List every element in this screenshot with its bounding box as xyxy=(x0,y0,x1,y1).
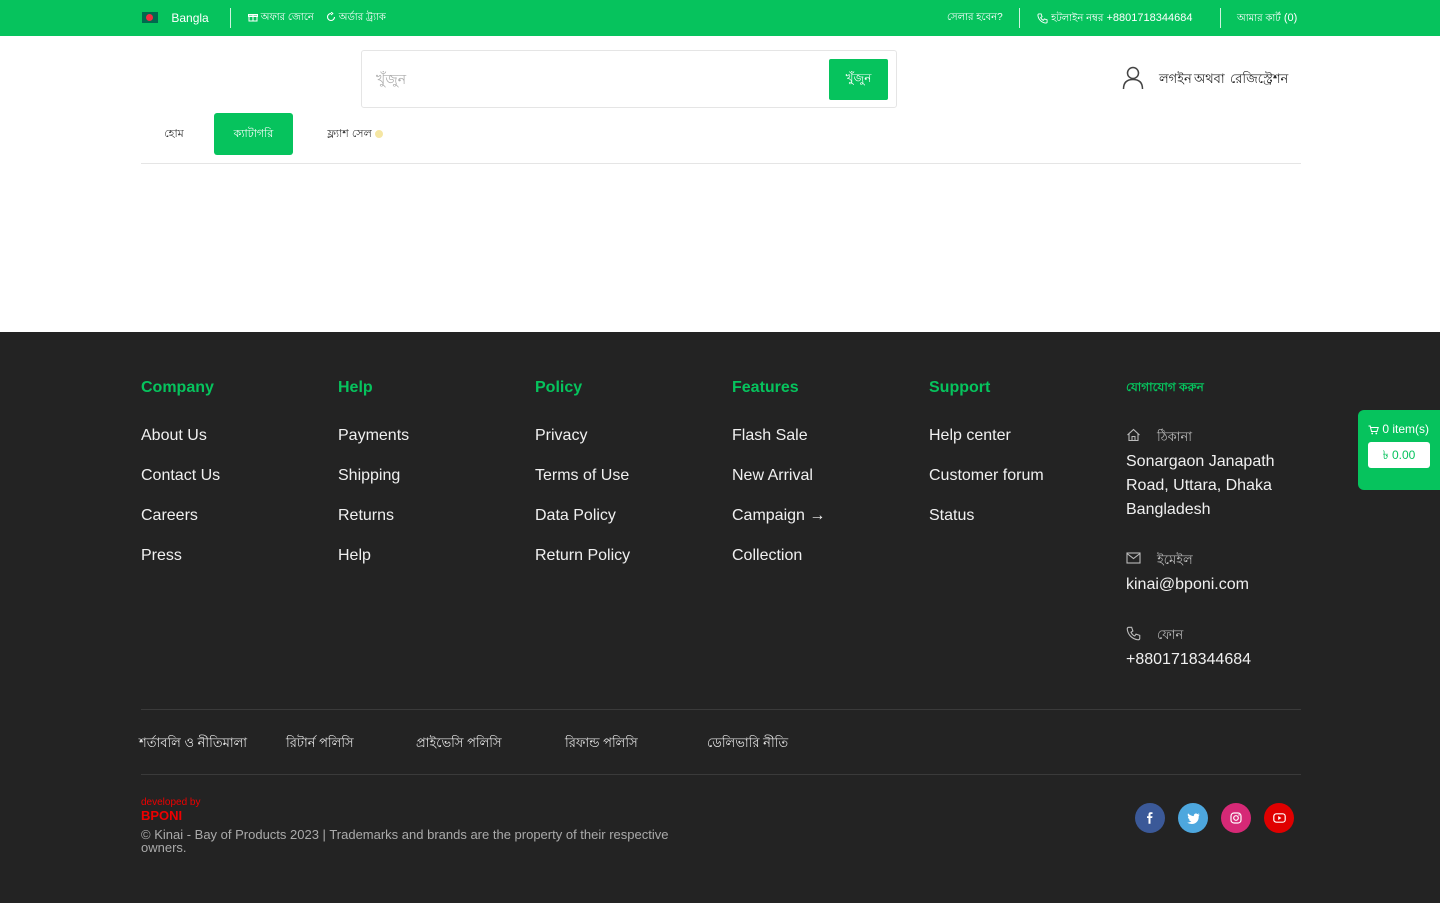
footer-bottom-link-terms[interactable]: শর্তাবলি ও নীতিমালা xyxy=(139,734,247,755)
email-label: ইমেইল xyxy=(1157,552,1193,567)
search-input[interactable] xyxy=(376,59,826,99)
search-bar: খুঁজুন xyxy=(361,50,897,108)
developer-brand-link[interactable]: BPONI xyxy=(141,808,182,823)
footer-bottom-link-return[interactable]: রিটার্ন পলিসি xyxy=(286,734,354,755)
footer-link-campaign[interactable]: Campaign → xyxy=(732,507,825,525)
footer-link-status[interactable]: Status xyxy=(929,507,974,525)
refresh-icon xyxy=(326,12,336,22)
cart-icon xyxy=(1368,425,1379,435)
footer-link-help-center[interactable]: Help center xyxy=(929,427,1011,445)
language-label: Bangla xyxy=(171,11,209,25)
register-link[interactable]: রেজিস্ট্রেশন xyxy=(1230,70,1288,91)
footer-link-payments[interactable]: Payments xyxy=(338,427,409,445)
bangladesh-flag-icon xyxy=(142,12,158,24)
hotline[interactable]: হটলাইন নম্বর +8801718344684 xyxy=(1037,0,1192,36)
footer-link-contact-us[interactable]: Contact Us xyxy=(141,467,220,485)
address-line-3: Bangladesh xyxy=(1126,501,1211,518)
tab-category[interactable]: ক্যাটাগরি xyxy=(214,113,293,155)
footer-bottom-link-privacy[interactable]: প্রাইভেসি পলিসি xyxy=(416,734,502,755)
footer-link-data-policy[interactable]: Data Policy xyxy=(535,507,616,525)
twitter-icon[interactable] xyxy=(1178,803,1208,833)
footer-col-title-contact: যোগাযোগ করুন xyxy=(1126,380,1204,394)
or-text: অথবা xyxy=(1194,71,1225,86)
tab-flash-sale-label: ফ্ল্যাশ সেল xyxy=(327,128,372,140)
phone-icon xyxy=(1037,13,1048,24)
floating-cart[interactable]: 0 item(s) ৳ 0.00 xyxy=(1358,410,1440,490)
user-icon[interactable] xyxy=(1122,66,1144,90)
login-link[interactable]: লগইন xyxy=(1159,70,1192,91)
instagram-icon[interactable] xyxy=(1221,803,1251,833)
footer-bottom-link-refund[interactable]: রিফান্ড পলিসি xyxy=(565,734,638,755)
footer-link-customer-forum[interactable]: Customer forum xyxy=(929,467,1044,485)
footer-divider xyxy=(141,774,1301,775)
nav-divider xyxy=(141,163,1301,164)
footer-link-help[interactable]: Help xyxy=(338,547,371,565)
footer-link-collection[interactable]: Collection xyxy=(732,547,802,565)
footer-link-new-arrival[interactable]: New Arrival xyxy=(732,467,813,485)
flash-dot-icon xyxy=(374,130,383,139)
gift-icon xyxy=(248,14,258,22)
divider xyxy=(1220,8,1221,28)
phone-icon xyxy=(1126,626,1141,641)
footer-link-return-policy[interactable]: Return Policy xyxy=(535,547,630,565)
divider xyxy=(1019,8,1020,28)
home-icon xyxy=(1127,428,1140,442)
footer-link-terms[interactable]: Terms of Use xyxy=(535,467,629,485)
cart-count: (0) xyxy=(1283,12,1298,24)
search-button[interactable]: খুঁজুন xyxy=(829,59,888,100)
footer-col-title-company: Company xyxy=(141,379,214,396)
footer-link-returns[interactable]: Returns xyxy=(338,507,394,525)
footer-divider xyxy=(141,709,1301,710)
footer-link-about-us[interactable]: About Us xyxy=(141,427,207,445)
top-bar: Bangla অফার জোনে অর্ডার ট্র্যাক সেলার হব… xyxy=(0,0,1440,36)
facebook-icon[interactable] xyxy=(1135,803,1165,833)
offer-zone-link[interactable]: অফার জোনে xyxy=(248,0,314,36)
footer-link-careers[interactable]: Careers xyxy=(141,507,198,525)
footer-bottom-link-delivery[interactable]: ডেলিভারি নীতি xyxy=(707,734,788,755)
footer-col-title-support: Support xyxy=(929,379,991,396)
phone-value[interactable]: +8801718344684 xyxy=(1126,648,1251,672)
phone-label: ফোন xyxy=(1157,627,1184,642)
footer-col-title-features: Features xyxy=(732,379,799,396)
order-track-link[interactable]: অর্ডার ট্র্যাক xyxy=(326,0,386,36)
footer-col-title-policy: Policy xyxy=(535,379,583,396)
floating-cart-items: 0 item(s) xyxy=(1368,422,1429,436)
floating-cart-items-label: 0 item(s) xyxy=(1382,422,1430,436)
language-selector[interactable]: Bangla xyxy=(142,0,209,36)
footer-link-privacy[interactable]: Privacy xyxy=(535,427,587,445)
offer-zone-label: অফার জোনে xyxy=(260,12,314,23)
tab-flash-sale[interactable]: ফ্ল্যাশ সেল xyxy=(305,113,405,155)
copyright-text: © Kinai - Bay of Products 2023 | Tradema… xyxy=(141,827,669,855)
tab-home[interactable]: হোম xyxy=(141,113,207,155)
mail-icon xyxy=(1126,552,1141,564)
become-seller-link[interactable]: সেলার হবেন? xyxy=(947,0,1003,36)
my-cart-link[interactable]: আমার কার্ট (0) xyxy=(1237,0,1297,36)
address-value: Sonargaon Janapath Road, Uttara, Dhaka B… xyxy=(1126,450,1296,522)
email-value[interactable]: kinai@bponi.com xyxy=(1126,573,1249,597)
address-line-2: Road, Uttara, Dhaka xyxy=(1126,477,1272,494)
hotline-label: হটলাইন নম্বর xyxy=(1051,13,1104,24)
footer-link-flash-sale[interactable]: Flash Sale xyxy=(732,427,808,445)
address-line-1: Sonargaon Janapath xyxy=(1126,453,1275,470)
address-label: ঠিকানা xyxy=(1157,429,1193,444)
developed-by-text: developed by xyxy=(141,797,201,808)
hotline-number: +8801718344684 xyxy=(1106,12,1193,24)
floating-cart-price: ৳ 0.00 xyxy=(1368,442,1430,468)
youtube-icon[interactable] xyxy=(1264,803,1294,833)
footer-link-shipping[interactable]: Shipping xyxy=(338,467,400,485)
order-track-label: অর্ডার ট্র্যাক xyxy=(338,12,386,23)
divider xyxy=(230,8,231,28)
footer-link-press[interactable]: Press xyxy=(141,547,182,565)
footer-col-title-help: Help xyxy=(338,379,373,396)
cart-label: আমার কার্ট xyxy=(1237,13,1281,24)
footer: Company About Us Contact Us Careers Pres… xyxy=(0,332,1440,903)
